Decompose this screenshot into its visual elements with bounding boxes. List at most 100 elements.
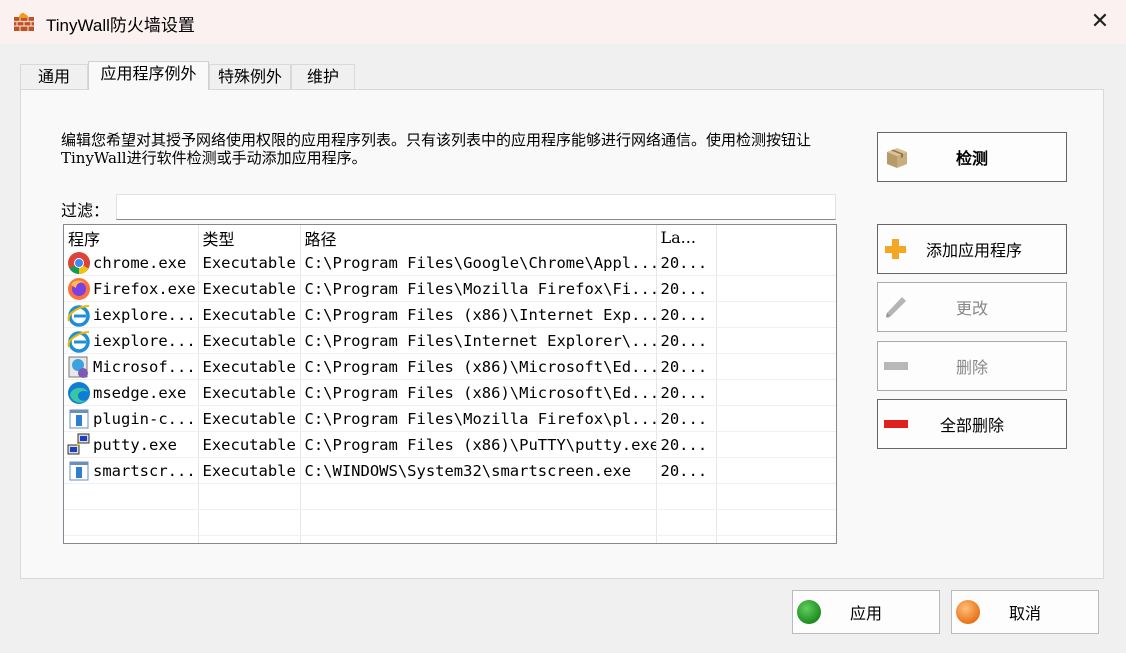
table-row[interactable]: msedge.exe Executable C:\Program Files (x8… <box>64 379 836 406</box>
table-row[interactable]: iexplore... Executable C:\Program Files\In… <box>64 327 836 354</box>
putty-icon <box>67 433 91 457</box>
program-cell: chrome.exe <box>64 250 199 276</box>
table-row[interactable]: plugin-c... Executable C:\Program Files\Mo… <box>64 405 836 432</box>
program-name: msedge.exe <box>93 383 187 402</box>
list-header-row: 程序 类型 路径 La... <box>64 225 836 250</box>
empty-cell <box>716 405 836 432</box>
filter-label: 过滤： <box>61 201 110 220</box>
table-row[interactable]: putty.exe Executable C:\Program Files (x86… <box>64 431 836 458</box>
cancel-button-label: 取消 <box>1008 604 1041 623</box>
remove-all-button-label: 全部删除 <box>939 416 1004 435</box>
empty-cell <box>716 301 836 328</box>
path-cell: C:\Program Files (x86)\PuTTY\putty.exe <box>300 431 657 458</box>
column-header-type[interactable]: 类型 <box>198 225 301 250</box>
program-cell: smartscr... <box>64 457 199 484</box>
program-name: chrome.exe <box>93 253 187 272</box>
filter-input[interactable] <box>116 194 836 220</box>
last-cell: 20... <box>656 275 717 302</box>
edge-icon <box>67 381 91 405</box>
column-header-empty <box>716 225 836 250</box>
program-name: Microsof... <box>93 357 196 376</box>
type-cell: Executable <box>198 405 301 432</box>
program-cell: plugin-c... <box>64 405 199 432</box>
table-row[interactable]: Firefox.exe Executable C:\Program Files\Mo… <box>64 275 836 302</box>
last-cell: 20... <box>656 327 717 354</box>
remove-all-button[interactable]: 全部删除 <box>877 399 1067 449</box>
column-header-path[interactable]: 路径 <box>300 225 657 250</box>
type-cell: Executable <box>198 250 301 276</box>
type-cell: Executable <box>198 379 301 406</box>
empty-cell <box>716 379 836 406</box>
tab-maintenance[interactable]: 维护 <box>291 64 355 89</box>
column-header-last[interactable]: La... <box>656 225 717 250</box>
tab-general[interactable]: 通用 <box>20 64 88 89</box>
empty-row <box>64 483 836 510</box>
title-bar: TinyWall防火墙设置 ✕ <box>0 0 1126 44</box>
last-cell: 20... <box>656 353 717 380</box>
program-cell: putty.exe <box>64 431 199 458</box>
tab-app-exceptions[interactable]: 应用程序例外 <box>88 61 209 90</box>
path-cell: C:\Program Files\Mozilla Firefox\pl... <box>300 405 657 432</box>
type-cell: Executable <box>198 275 301 302</box>
firewall-app-icon <box>14 12 34 31</box>
last-cell: 20... <box>656 250 717 276</box>
modify-button-label: 更改 <box>955 299 988 318</box>
last-cell: 20... <box>656 457 717 484</box>
program-cell: Firefox.exe <box>64 275 199 302</box>
empty-row <box>64 509 836 536</box>
ie-icon <box>67 303 91 327</box>
program-cell: Microsof... <box>64 353 199 380</box>
generic-exe-icon <box>67 459 91 483</box>
window-title: TinyWall防火墙设置 <box>46 16 195 35</box>
path-cell: C:\Program Files (x86)\Microsoft\Ed... <box>300 353 657 380</box>
firefox-icon <box>67 277 91 301</box>
modify-button[interactable]: 更改 <box>877 282 1067 332</box>
empty-cell <box>716 275 836 302</box>
table-row[interactable]: chrome.exe Executable C:\Program Files\Goo… <box>64 250 836 276</box>
add-application-button[interactable]: 添加应用程序 <box>877 224 1067 274</box>
detect-button[interactable]: 检测 <box>877 132 1067 182</box>
empty-row <box>64 535 836 543</box>
apply-button-label: 应用 <box>849 604 882 623</box>
remove-button-label: 删除 <box>955 358 988 377</box>
last-cell: 20... <box>656 405 717 432</box>
remove-button[interactable]: 删除 <box>877 341 1067 391</box>
last-cell: 20... <box>656 431 717 458</box>
program-cell: msedge.exe <box>64 379 199 406</box>
edge-setup-icon <box>67 355 91 379</box>
table-row[interactable]: smartscr... Executable C:\WINDOWS\System32… <box>64 457 836 484</box>
column-header-program[interactable]: 程序 <box>64 225 199 250</box>
program-cell: iexplore... <box>64 327 199 354</box>
empty-cell <box>716 250 836 276</box>
path-cell: C:\Program Files\Google\Chrome\Appl... <box>300 250 657 276</box>
empty-cell <box>716 431 836 458</box>
generic-exe-icon <box>67 407 91 431</box>
type-cell: Executable <box>198 353 301 380</box>
chrome-icon <box>67 251 91 275</box>
cancel-button[interactable]: 取消 <box>951 590 1099 634</box>
path-cell: C:\Program Files (x86)\Microsoft\Ed... <box>300 379 657 406</box>
apply-button[interactable]: 应用 <box>792 590 940 634</box>
add-application-label: 添加应用程序 <box>926 241 1023 260</box>
type-cell: Executable <box>198 431 301 458</box>
type-cell: Executable <box>198 301 301 328</box>
path-cell: C:\WINDOWS\System32\smartscreen.exe <box>300 457 657 484</box>
ie-icon <box>67 329 91 353</box>
program-cell: iexplore... <box>64 301 199 328</box>
last-cell: 20... <box>656 301 717 328</box>
application-list[interactable]: 程序 类型 路径 La... chrome.exe Executable C:\Pr… <box>63 224 837 544</box>
table-row[interactable]: iexplore... Executable C:\Program Files (x… <box>64 301 836 328</box>
program-name: Firefox.exe <box>93 279 196 298</box>
detect-button-label: 检测 <box>955 149 988 168</box>
program-name: putty.exe <box>93 435 177 454</box>
tab-special-exceptions[interactable]: 特殊例外 <box>209 64 291 89</box>
plus-icon <box>885 239 906 259</box>
program-name: plugin-c... <box>93 409 196 428</box>
close-button[interactable]: ✕ <box>1082 4 1118 40</box>
empty-cell <box>716 327 836 354</box>
path-cell: C:\Program Files\Internet Explorer\... <box>300 327 657 354</box>
empty-cell <box>716 353 836 380</box>
path-cell: C:\Program Files\Mozilla Firefox\Fi... <box>300 275 657 302</box>
program-name: iexplore... <box>93 305 196 324</box>
table-row[interactable]: Microsof... Executable C:\Program Files (x… <box>64 353 836 380</box>
